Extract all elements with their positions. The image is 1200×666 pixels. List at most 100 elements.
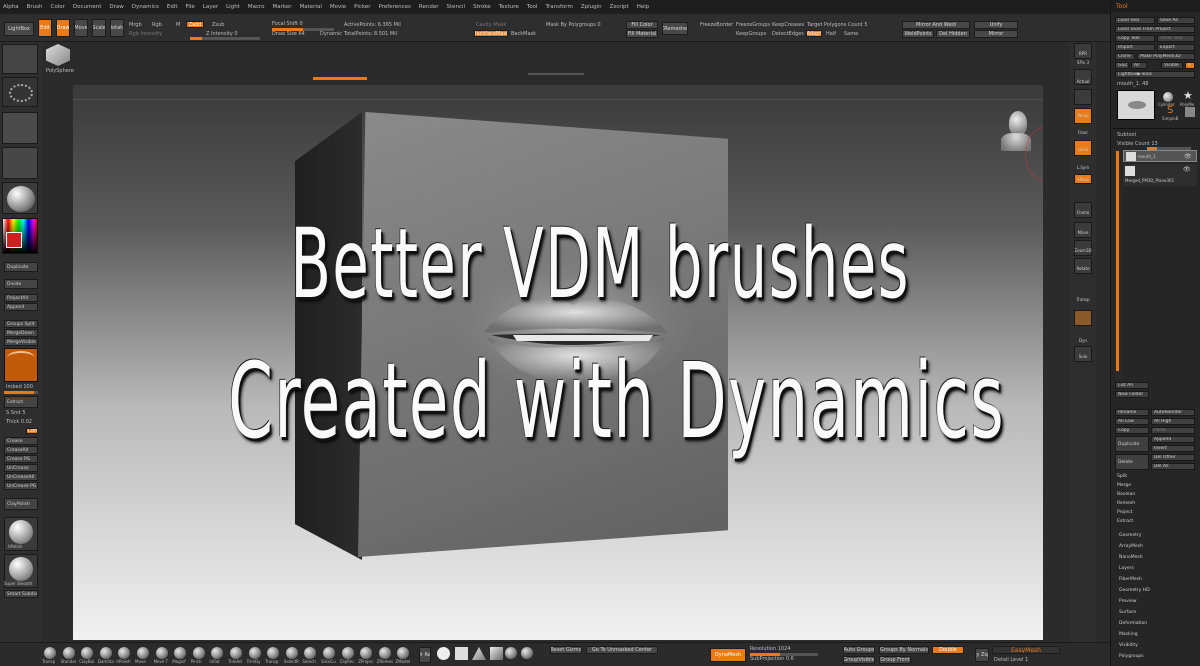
brush-zprojec-icon[interactable] [360,647,373,659]
white-square-icon[interactable] [455,647,468,660]
brush-standar-icon[interactable] [62,647,75,659]
draw-size-slider[interactable]: Draw Size 64 [272,31,305,37]
export-button[interactable]: Export [1157,44,1195,51]
brush-zremes-icon[interactable] [378,647,391,659]
tool-section-layers[interactable]: Layers [1119,566,1134,571]
duplicate-button[interactable]: Duplicate [4,262,38,272]
save-as-button[interactable]: Save As [1157,17,1195,24]
zsub-toggle[interactable]: Zsub [212,22,224,28]
all-button[interactable]: All [1131,62,1147,69]
eye-icon-2[interactable]: 👁 [1183,166,1191,173]
target-polygons-slider[interactable]: Target Polygons Count 5 [807,22,868,28]
brush-selecti-icon[interactable] [304,647,317,659]
menu-document[interactable]: Document [73,4,102,10]
crease-button[interactable]: Crease [4,437,38,445]
adapt-toggle[interactable]: Adapt [806,30,822,37]
all-low-button[interactable]: All Low [1115,418,1149,425]
detect-edges-toggle[interactable]: DetectEdges [772,31,804,37]
mask-brush-preview[interactable] [4,348,38,382]
smart-subdiv-button[interactable]: Smart Subdiv [4,590,38,598]
thick-slider[interactable]: Thick 0.02 [6,419,32,425]
easy-zsphere-button[interactable]: Easy Zsphe [975,648,989,662]
lsym-button[interactable]: L.Sym [1072,165,1094,170]
cube-icon[interactable] [490,647,503,660]
menu-stroke[interactable]: Stroke [473,4,491,10]
fill-material-button[interactable]: Fill Material [626,30,658,38]
menu-tool[interactable]: Tool [527,4,538,10]
detail-level-slider[interactable]: Detail Level 1 [994,657,1028,663]
del-other-button[interactable]: Del Other [1151,454,1195,461]
rgb-intensity-slider[interactable]: Rgb Intensity [129,31,162,37]
visible-button[interactable]: Visible [1161,62,1183,69]
menu-edit[interactable]: Edit [167,4,178,10]
floor-button[interactable]: Floor [1072,130,1094,135]
current-tool-thumbnail[interactable] [1117,90,1155,120]
menu-marker[interactable]: Marker [273,4,292,10]
menu-file[interactable]: File [186,4,195,10]
tool-section-nanomesh[interactable]: NanoMesh [1119,555,1143,560]
easymesh-button[interactable]: EasyMesh [992,646,1060,654]
paste-button[interactable]: Paste [1151,427,1195,434]
claypolish-button[interactable]: ClayPolish [4,498,38,510]
groups-by-normals-slider[interactable]: Groups By Normals [879,646,929,654]
rotate-button[interactable]: Rotate [110,19,124,37]
goz-button[interactable]: GoZ [1115,62,1129,69]
main-color-swatch[interactable] [6,232,22,248]
menu-zscript[interactable]: Zscript [610,4,629,10]
spix-slider[interactable]: SPix 3 [1072,60,1094,65]
extract-section[interactable]: Extract [1117,519,1133,524]
tool-section-preview[interactable]: Preview [1119,599,1137,604]
keep-creases-toggle[interactable]: KeepCreases [772,22,804,28]
move-button[interactable]: Move [74,19,88,37]
tool-section-arraymesh[interactable]: ArrayMesh [1119,544,1143,549]
brush-hpolish-icon[interactable] [118,647,131,659]
aahalf-button[interactable] [1074,89,1092,105]
draw-button[interactable]: Draw [56,19,70,37]
brush-inflat-icon[interactable] [211,647,224,659]
import-button[interactable]: Import [1115,44,1155,51]
zremesher-button[interactable]: ZRemesher [662,22,688,35]
subprojection-slider[interactable]: SubProjection 0.6 [750,656,794,662]
subtool-row-1[interactable]: mouth_1 👁 [1123,150,1197,162]
tool-section-geometry-hd[interactable]: Geometry HD [1119,588,1150,593]
same-toggle[interactable]: Same [844,31,858,37]
m-toggle[interactable]: M [176,22,180,28]
brush-claybui-icon[interactable] [81,647,94,659]
brush-cliprec-icon[interactable] [341,647,354,659]
group-visible-button[interactable]: GroupVisible [843,656,875,664]
half-toggle[interactable]: Half [826,31,836,37]
reset-gizmo-button[interactable]: Reset Gizmo [550,646,582,654]
tool-section-deformation[interactable]: Deformation [1119,621,1147,626]
extract-button[interactable]: Extract [4,396,38,408]
tool-section-fibermesh[interactable]: FiberMesh [1119,577,1142,582]
brush-thumbnail[interactable] [2,44,38,74]
menu-color[interactable]: Color [51,4,65,10]
crease-all-button[interactable]: CreaseAll [4,446,38,454]
brush-selectr-icon[interactable] [285,647,298,659]
clone-button[interactable]: Clone [1115,53,1135,60]
weld-points-button[interactable]: WeldPoints [902,30,934,38]
brush-trimdy-icon[interactable] [248,647,261,659]
simple-brush-icon[interactable]: S [1167,106,1177,116]
menu-picker[interactable]: Picker [354,4,370,10]
freeze-border-toggle[interactable]: FreezeBorder [700,22,733,28]
merge-down-button[interactable]: MergeDown [4,329,38,337]
tool-section-surface[interactable]: Surface [1119,610,1136,615]
menu-preferences[interactable]: Preferences [379,4,411,10]
subtool-scrollbar[interactable] [1115,149,1121,379]
delete-button[interactable]: Delete [1115,454,1149,470]
unify-button[interactable]: Unify [974,21,1018,29]
mirror-and-weld-button[interactable]: Mirror And Weld [902,21,970,29]
rename-button[interactable]: Rename [1115,409,1149,416]
mask-by-polygroups-slider[interactable]: Mask By Polygroups 0 [546,22,601,28]
z-intensity-track[interactable] [190,37,260,40]
polysphere-thumbnail-icon[interactable] [46,44,70,66]
menu-material[interactable]: Material [300,4,322,10]
alpha-thumbnail[interactable] [2,112,38,144]
menu-zplugin[interactable]: Zplugin [581,4,602,10]
r-toggle[interactable]: R [1185,62,1195,69]
focal-shift-slider[interactable]: Focal Shift 0 [272,21,303,27]
menu-draw[interactable]: Draw [109,4,123,10]
menu-texture[interactable]: Texture [499,4,519,10]
cylinder-thumb-icon[interactable] [1163,92,1173,102]
